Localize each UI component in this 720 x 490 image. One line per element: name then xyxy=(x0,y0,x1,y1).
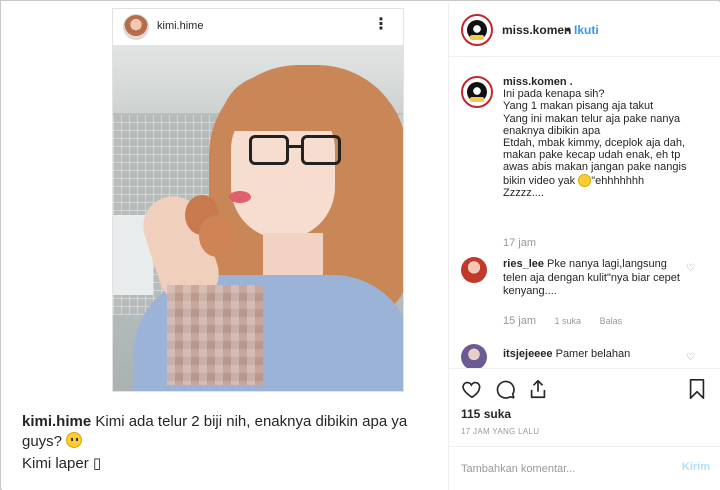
comment-line: bikin video yak xyxy=(503,174,579,187)
photo-bangs xyxy=(221,75,355,131)
comment-icon[interactable] xyxy=(494,378,516,400)
embedded-post-header: kimi.hime ⋮ xyxy=(113,9,403,43)
missing-glyph-icon: ▯ xyxy=(92,455,102,472)
more-vertical-icon: ⋮ xyxy=(373,16,389,33)
comment-input[interactable] xyxy=(461,461,671,477)
comments-section[interactable]: miss.komen . Ini pada kenapa sih? Yang 1… xyxy=(449,58,720,368)
reply-meta: 15 jam 1 suka Balas xyxy=(503,315,638,327)
comment-line: enaknya dibikin apa xyxy=(503,124,601,137)
reply-comment: itsjejeeee Pamer belahan xyxy=(503,348,683,362)
comment-line: makan pake kecap udah enak, eh tp xyxy=(503,149,681,162)
header-username[interactable]: miss.komen xyxy=(502,23,571,37)
comment-username[interactable]: miss.komen . xyxy=(503,76,573,88)
share-icon[interactable] xyxy=(527,378,549,400)
reply-button[interactable]: Balas xyxy=(600,316,623,326)
heart-icon[interactable]: ♡ xyxy=(686,353,696,363)
window-frame: kimi.hime ⋮ kimi.hime Kimi ada telur 2 b… xyxy=(0,0,720,490)
comment-line: Etdah, mbak kimmy, dceplok aja dah, xyxy=(503,137,685,150)
bookmark-icon[interactable] xyxy=(686,378,708,400)
grinning-sweat-icon xyxy=(578,173,592,187)
photo-lips xyxy=(229,191,251,203)
reply-comment: ries_lee Pke nanya lagi,langsung telen a… xyxy=(503,258,683,299)
post-caption: kimi.hime Kimi ada telur 2 biji nih, ena… xyxy=(22,412,442,474)
reply-time[interactable]: 15 jam xyxy=(503,315,536,327)
reply-username[interactable]: itsjejeeee xyxy=(503,348,553,360)
comment-line: "ehhhhhhh xyxy=(591,174,645,187)
post-header: miss.komen • Ikuti xyxy=(449,2,720,57)
heart-icon[interactable] xyxy=(461,378,483,400)
embedded-username: kimi.hime xyxy=(157,20,204,32)
add-comment-bar: Kirim xyxy=(449,446,720,490)
smiling-face-icon xyxy=(66,432,83,448)
reply-likes[interactable]: 1 suka xyxy=(555,316,582,326)
photo-egg xyxy=(199,215,235,257)
caption-line-2: Kimi laper ▯ xyxy=(22,455,102,472)
post-details-pane: miss.komen • Ikuti miss.komen . Ini pada… xyxy=(449,2,720,490)
post-comment-button[interactable]: Kirim xyxy=(682,461,710,473)
comment-time[interactable]: 17 jam xyxy=(503,237,536,249)
photo-glasses xyxy=(249,135,349,169)
post-actions: 115 suka 17 JAM YANG LALU xyxy=(449,368,720,458)
likes-count[interactable]: 115 suka xyxy=(461,407,511,421)
header-separator: • xyxy=(566,23,571,37)
censor-blur xyxy=(167,285,263,385)
embedded-avatar xyxy=(123,14,149,40)
reply-username[interactable]: ries_lee xyxy=(503,258,544,270)
comment-line: awas abis makan jangan pake nangis xyxy=(503,161,687,174)
embedded-post-screenshot: kimi.hime ⋮ xyxy=(112,8,404,392)
comment-line: Yang ini makan telur aja pake nanya xyxy=(503,112,681,125)
comment-line: Zzzzz.... xyxy=(503,186,544,199)
reply-text: Pamer belahan xyxy=(552,348,631,360)
comment-line: Ini pada kenapa sih? xyxy=(503,88,605,101)
heart-icon[interactable]: ♡ xyxy=(686,264,696,274)
follow-button[interactable]: Ikuti xyxy=(574,23,599,37)
caption-username[interactable]: kimi.hime xyxy=(22,413,91,430)
comment-line: Yang 1 makan pisang aja takut xyxy=(503,100,654,113)
post-media-pane: kimi.hime ⋮ kimi.hime Kimi ada telur 2 b… xyxy=(2,2,448,490)
avatar[interactable] xyxy=(461,257,487,283)
avatar[interactable] xyxy=(461,14,493,46)
main-comment: miss.komen . Ini pada kenapa sih? Yang 1… xyxy=(503,76,709,199)
avatar[interactable] xyxy=(461,344,487,368)
post-photo[interactable] xyxy=(113,45,403,391)
avatar[interactable] xyxy=(461,76,493,108)
post-timestamp: 17 JAM YANG LALU xyxy=(461,427,540,436)
